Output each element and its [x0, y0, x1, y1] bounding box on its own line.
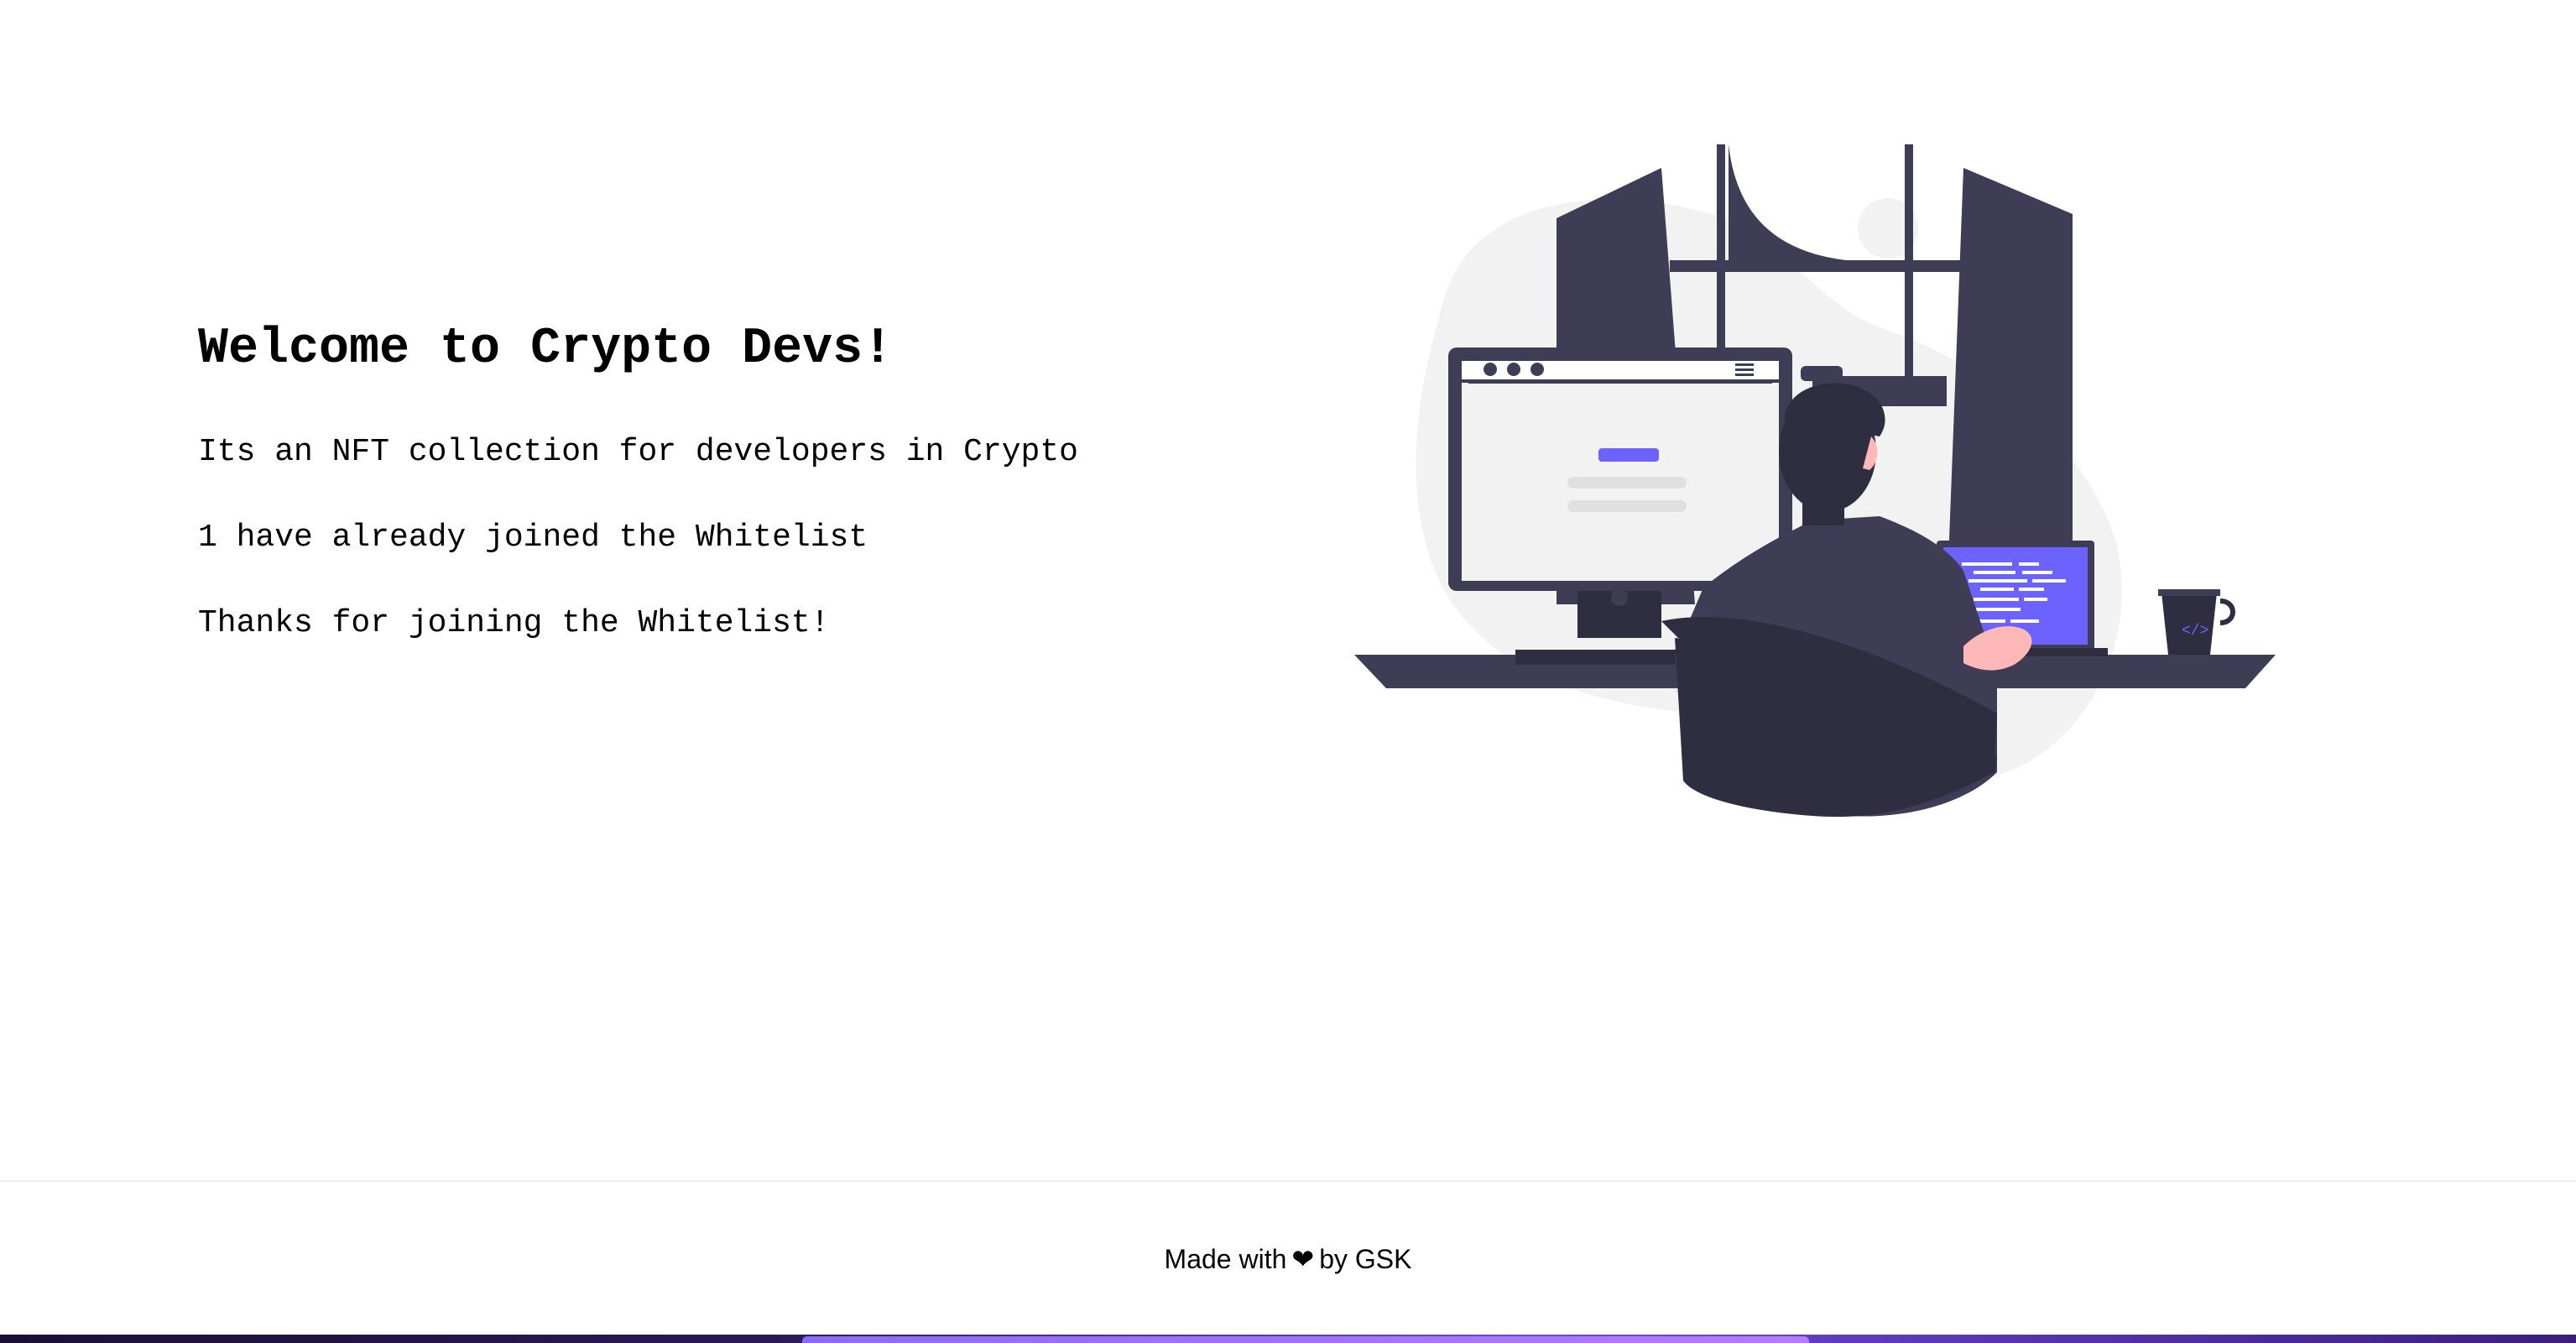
- whitelist-status-message: Thanks for joining the Whitelist!: [198, 605, 830, 641]
- footer-suffix: by GSK: [1319, 1243, 1412, 1274]
- footer: Made with ❤ by GSK: [0, 1180, 2576, 1336]
- footer-prefix: Made with: [1164, 1243, 1287, 1274]
- dock-edge: [802, 1336, 1809, 1343]
- developer-illustration: </>: [1343, 134, 2282, 839]
- collection-description: Its an NFT collection for developers in …: [198, 434, 1078, 470]
- svg-text:</>: </>: [2182, 623, 2208, 640]
- page-title: Welcome to Crypto Devs!: [198, 321, 894, 378]
- hero-content: Welcome to Crypto Devs! Its an NFT colle…: [198, 319, 1205, 641]
- whitelist-count: 1 have already joined the Whitelist: [198, 520, 868, 556]
- heart-icon: ❤: [1291, 1244, 1315, 1274]
- main-section: Welcome to Crypto Devs! Its an NFT colle…: [0, 0, 2576, 1180]
